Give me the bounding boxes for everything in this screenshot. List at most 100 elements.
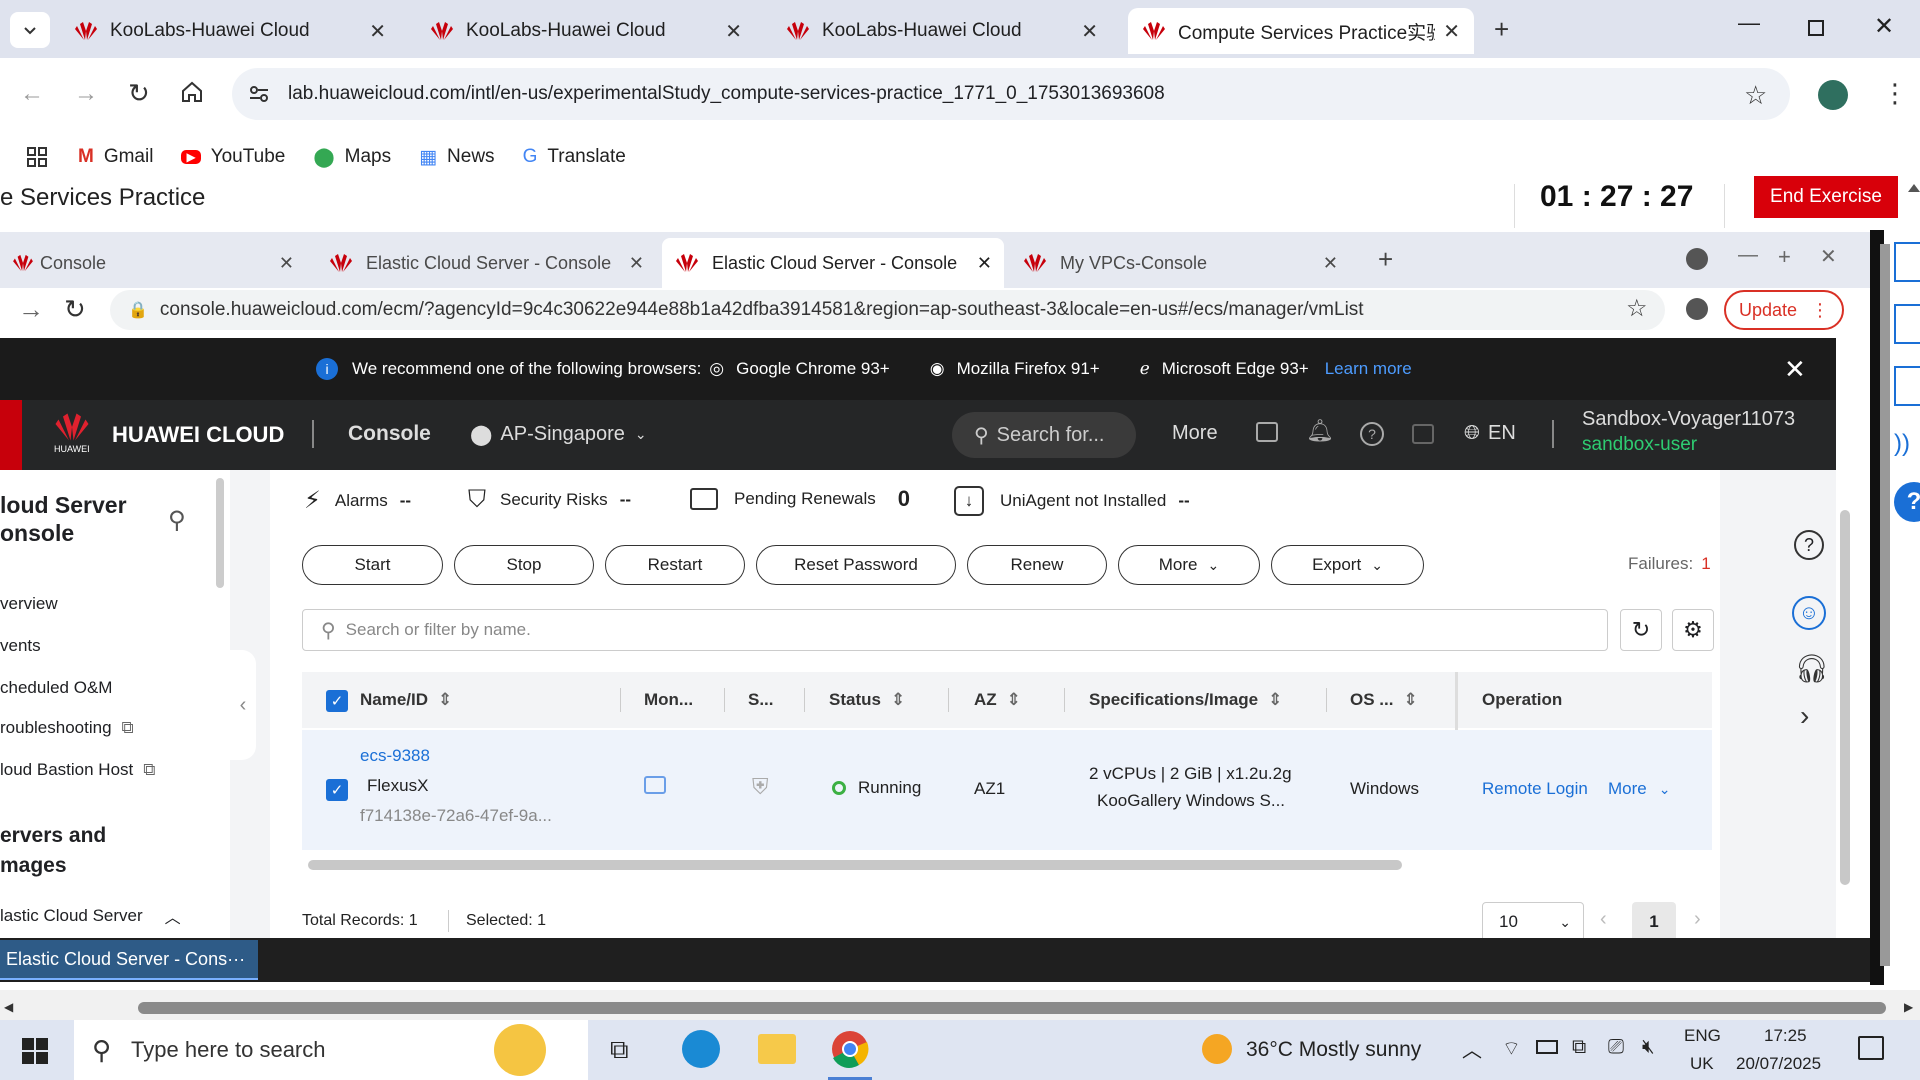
reset-password-button[interactable]: Reset Password bbox=[756, 545, 956, 585]
page-scrollbar[interactable] bbox=[1840, 510, 1850, 885]
sidebar-item-troubleshooting[interactable]: roubleshooting ⧉ bbox=[0, 718, 134, 738]
collapse-sidebar-button[interactable]: ‹ bbox=[230, 650, 256, 760]
page-size-select[interactable]: 10 ⌄ bbox=[1482, 902, 1584, 942]
scroll-up-arrow[interactable] bbox=[1908, 184, 1920, 192]
col-os[interactable]: OS ... ⇕ bbox=[1350, 690, 1418, 710]
select-all-checkbox[interactable]: ✓ bbox=[326, 690, 348, 712]
taskbar-search-box[interactable]: ⚲ Type here to search bbox=[74, 1020, 588, 1080]
cloud-shell-icon[interactable] bbox=[1256, 422, 1278, 442]
chevron-up-icon[interactable]: ︿ bbox=[1462, 1034, 1482, 1063]
user-name[interactable]: sandbox-user bbox=[1582, 434, 1697, 456]
browser-tab[interactable]: KooLabs-Huawei Cloud ✕ bbox=[60, 8, 400, 54]
inner-address-bar[interactable]: 🔒 console.huaweicloud.com/ecm/?agencyId=… bbox=[110, 290, 1665, 330]
expand-icon[interactable] bbox=[1894, 242, 1920, 282]
inner-tab[interactable]: Console ✕ bbox=[0, 238, 306, 288]
console-link[interactable]: Console bbox=[348, 422, 431, 446]
col-security[interactable]: S... bbox=[748, 690, 774, 710]
inner-tab-active[interactable]: Elastic Cloud Server - Console ✕ bbox=[662, 238, 1004, 288]
menu-toggle[interactable] bbox=[0, 400, 22, 470]
more-menu[interactable]: More bbox=[1172, 422, 1218, 445]
chart-icon[interactable] bbox=[1894, 366, 1920, 406]
menu-kebab-icon[interactable]: ⋮ bbox=[1882, 78, 1908, 109]
browser-tab-active[interactable]: Compute Services Practice实验 ✕ bbox=[1128, 8, 1474, 54]
scroll-right-arrow[interactable]: ▶ bbox=[1904, 1000, 1913, 1014]
page-number[interactable]: 1 bbox=[1632, 902, 1676, 942]
instance-name-link[interactable]: ecs-9388 bbox=[360, 746, 430, 766]
inner-tab[interactable]: Elastic Cloud Server - Console ✕ bbox=[316, 238, 656, 288]
inner-tab[interactable]: My VPCs-Console ✕ bbox=[1010, 238, 1350, 288]
input-region[interactable]: UK bbox=[1690, 1054, 1714, 1074]
prev-page-button[interactable]: ‹ bbox=[1600, 908, 1607, 931]
help-icon[interactable]: ? bbox=[1894, 482, 1920, 522]
edge-browser-icon[interactable] bbox=[682, 1030, 720, 1068]
display-icon[interactable]: ⧉ bbox=[1572, 1036, 1586, 1059]
start-button[interactable]: Start bbox=[302, 545, 443, 585]
outer-hscrollbar[interactable] bbox=[138, 1002, 1886, 1014]
filter-input[interactable]: ⚲ Search or filter by name. bbox=[302, 609, 1608, 651]
close-window-button[interactable]: ✕ bbox=[1820, 244, 1837, 269]
bookmark-news[interactable]: ▦ News bbox=[419, 146, 494, 169]
forward-button[interactable]: → bbox=[18, 294, 44, 325]
feedback-icon[interactable] bbox=[1412, 424, 1434, 444]
bookmark-translate[interactable]: G Translate bbox=[523, 146, 626, 168]
close-icon[interactable]: ✕ bbox=[629, 253, 644, 274]
volume-muted-icon[interactable]: 🔇︎ bbox=[1642, 1036, 1655, 1059]
sidebar-item-overview[interactable]: verview bbox=[0, 594, 58, 614]
language-selector[interactable]: 🌐︎ EN bbox=[1464, 422, 1516, 445]
col-az[interactable]: AZ ⇕ bbox=[974, 690, 1021, 710]
monitoring-icon[interactable] bbox=[644, 776, 666, 794]
stop-button[interactable]: Stop bbox=[454, 545, 594, 585]
inner-taskbar-item[interactable]: Elastic Cloud Server - Cons··· bbox=[0, 940, 258, 980]
minimize-button[interactable]: — bbox=[1738, 10, 1760, 36]
input-language[interactable]: ENG bbox=[1684, 1026, 1721, 1046]
outer-scrollbar[interactable] bbox=[1880, 244, 1890, 966]
chrome-taskbar-item[interactable] bbox=[828, 1020, 872, 1080]
help-icon[interactable]: ? bbox=[1360, 422, 1384, 446]
address-bar[interactable]: lab.huaweicloud.com/intl/en-us/experimen… bbox=[232, 68, 1790, 120]
sidebar-item-bastion[interactable]: loud Bastion Host ⧉ bbox=[0, 760, 155, 780]
profile-icon[interactable] bbox=[1686, 298, 1708, 320]
next-page-button[interactable]: › bbox=[1694, 908, 1701, 931]
minimize-button[interactable]: — bbox=[1738, 244, 1758, 267]
close-icon[interactable]: ✕ bbox=[977, 253, 992, 274]
summary-renewals[interactable]: Pending Renewals 0 bbox=[690, 486, 910, 512]
apps-grid-icon[interactable] bbox=[26, 146, 48, 168]
close-icon[interactable]: ✕ bbox=[1323, 253, 1338, 274]
close-icon[interactable]: ✕ bbox=[369, 19, 386, 44]
col-specifications[interactable]: Specifications/Image ⇕ bbox=[1089, 690, 1282, 710]
file-explorer-icon[interactable] bbox=[758, 1034, 796, 1064]
summary-agent[interactable]: ↓ UniAgent not Installed -- bbox=[954, 486, 1190, 516]
bookmark-maps[interactable]: ⬤ Maps bbox=[313, 146, 391, 169]
remote-login-link[interactable]: Remote Login bbox=[1482, 779, 1588, 799]
smiley-icon[interactable]: ☺ bbox=[1792, 596, 1826, 630]
reload-button[interactable]: ↻ bbox=[64, 294, 86, 325]
sidebar-item-ecs[interactable]: lastic Cloud Server ︿ bbox=[0, 904, 181, 928]
more-actions-button[interactable]: More ⌄ bbox=[1118, 545, 1260, 585]
clock-date[interactable]: 20/07/2025 bbox=[1736, 1054, 1821, 1074]
browser-tab[interactable]: KooLabs-Huawei Cloud ✕ bbox=[772, 8, 1112, 54]
col-monitoring[interactable]: Mon... bbox=[644, 690, 693, 710]
huawei-logo[interactable]: HUAWEI bbox=[52, 412, 98, 454]
notifications-icon[interactable] bbox=[1858, 1036, 1884, 1060]
sidebar-item-scheduled[interactable]: cheduled O&M bbox=[0, 678, 112, 698]
back-button[interactable]: ← bbox=[20, 80, 44, 108]
bell-icon[interactable]: 🔔︎ bbox=[1306, 418, 1334, 444]
summary-alarms[interactable]: ⚡︎ Alarms -- bbox=[304, 486, 411, 515]
restart-button[interactable]: Restart bbox=[605, 545, 745, 585]
close-icon[interactable]: ✕ bbox=[1443, 19, 1460, 44]
bookmark-star-icon[interactable]: ☆ bbox=[1744, 80, 1767, 111]
col-status[interactable]: Status ⇕ bbox=[829, 690, 905, 710]
meet-icon[interactable]: ⎚ bbox=[1608, 1036, 1624, 1059]
shield-icon[interactable]: ⛨ bbox=[752, 774, 769, 800]
wifi-icon[interactable]: )) bbox=[1894, 430, 1910, 458]
summary-security[interactable]: ⛉ Security Risks -- bbox=[468, 486, 631, 514]
row-checkbox[interactable]: ✓ bbox=[326, 779, 348, 801]
sidebar-scrollbar[interactable] bbox=[216, 478, 224, 588]
account-name[interactable]: Sandbox-Voyager11073 bbox=[1582, 408, 1795, 431]
tab-search-button[interactable] bbox=[10, 12, 50, 48]
col-name[interactable]: Name/ID ⇕ bbox=[360, 690, 452, 710]
renew-button[interactable]: Renew bbox=[967, 545, 1107, 585]
close-window-button[interactable]: ✕ bbox=[1874, 12, 1894, 41]
region-selector[interactable]: ⬤ AP-Singapore ⌄ bbox=[470, 422, 647, 447]
new-tab-button[interactable]: + bbox=[1378, 244, 1393, 275]
